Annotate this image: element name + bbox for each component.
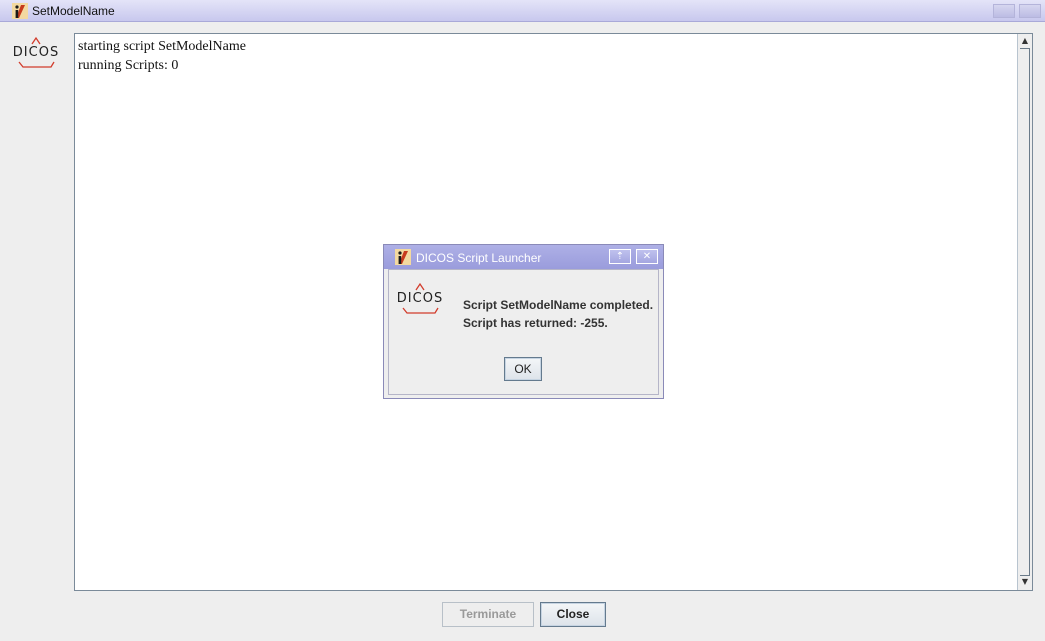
dialog-titlebar[interactable]: DICOS Script Launcher ⇡ ✕ <box>384 245 663 269</box>
dialog-close-button[interactable]: ✕ <box>636 249 658 264</box>
close-window-button[interactable] <box>1019 4 1041 18</box>
dialog-title: DICOS Script Launcher <box>416 251 542 265</box>
java-app-icon <box>395 249 411 265</box>
log-line: running Scripts: 0 <box>78 58 179 73</box>
dialog-restore-button[interactable]: ⇡ <box>609 249 631 264</box>
dicos-logo: DICOS <box>12 36 60 70</box>
ok-button[interactable]: OK <box>504 357 542 381</box>
logo-text: DICOS <box>12 45 60 60</box>
terminate-button[interactable]: Terminate <box>442 602 534 627</box>
scroll-up-arrow-icon[interactable]: ▲ <box>1019 35 1031 47</box>
vertical-scrollbar[interactable]: ▲ ▼ <box>1017 34 1032 590</box>
window-titlebar[interactable]: SetModelName <box>0 0 1045 22</box>
dialog-message-line: Script has returned: -255. <box>463 316 608 330</box>
scroll-down-arrow-icon[interactable]: ▼ <box>1019 576 1031 588</box>
scroll-thumb[interactable] <box>1020 48 1030 576</box>
minimize-button[interactable] <box>993 4 1015 18</box>
java-app-icon <box>12 3 28 19</box>
logo-text: DICOS <box>396 291 444 306</box>
dialog-message-line: Script SetModelName completed. <box>463 298 654 312</box>
window-title: SetModelName <box>32 4 115 18</box>
log-line: starting script SetModelName <box>78 39 246 54</box>
close-button[interactable]: Close <box>540 602 606 627</box>
dialog-dicos-logo: DICOS <box>396 282 444 316</box>
